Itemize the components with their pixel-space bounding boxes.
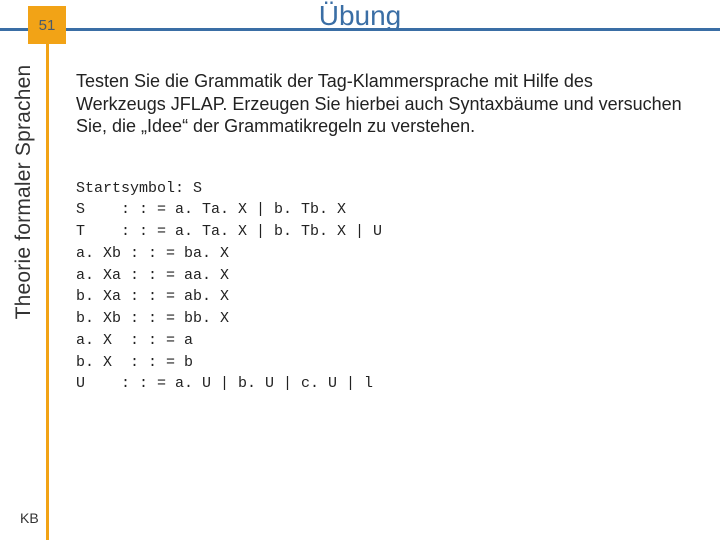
content-area: Testen Sie die Grammatik der Tag-Klammer… xyxy=(76,70,686,395)
grammar-block: Startsymbol: S S : : = a. Ta. X | b. Tb.… xyxy=(76,178,686,396)
footer-label: KB xyxy=(20,510,39,526)
sidebar-label: Theorie formaler Sprachen xyxy=(12,62,36,322)
slide-title: Übung xyxy=(0,0,720,32)
intro-paragraph: Testen Sie die Grammatik der Tag-Klammer… xyxy=(76,70,686,138)
vertical-divider xyxy=(46,31,49,540)
